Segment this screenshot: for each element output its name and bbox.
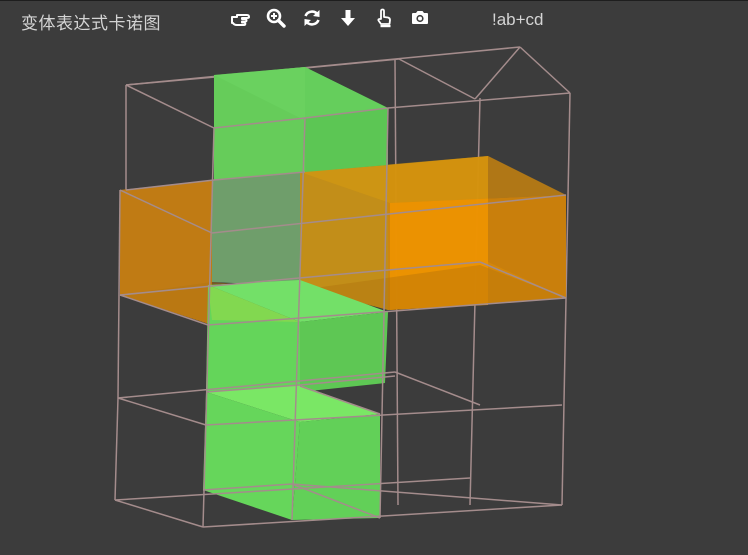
karnaugh-3d-view[interactable]	[0, 0, 748, 555]
